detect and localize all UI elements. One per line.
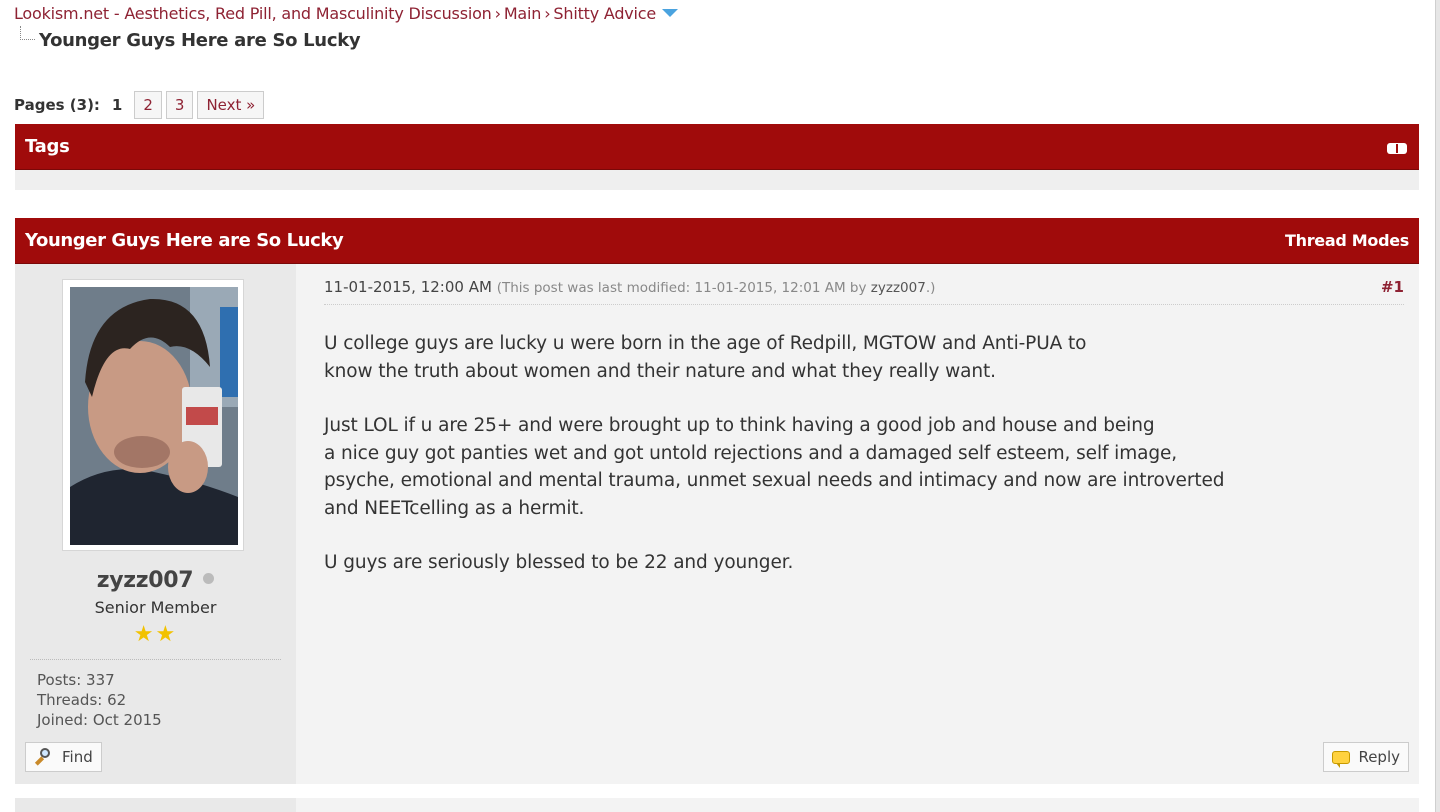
username-row: zyzz007 (15, 568, 296, 593)
page-link-3[interactable]: 3 (165, 91, 194, 119)
thread-header: Younger Guys Here are So Lucky Thread Mo… (15, 218, 1419, 264)
find-label: Find (62, 748, 93, 766)
post-modified-note: (This post was last modified: 11-01-2015… (497, 280, 936, 296)
breadcrumb-separator: › (494, 4, 501, 23)
post-body: U college guys are lucky u were born in … (324, 330, 1384, 604)
post-paragraph: U guys are seriously blessed to be 22 an… (324, 549, 1384, 577)
post-paragraph: Just LOL if u are 25+ and were brought u… (324, 412, 1384, 522)
next-post-author-panel (15, 798, 296, 812)
avatar[interactable] (62, 279, 244, 551)
thread-modes-link[interactable]: Thread Modes (1285, 231, 1409, 250)
post-line: psyche, emotional and mental trauma, unm… (324, 470, 1225, 491)
breadcrumb-separator: › (544, 4, 551, 23)
post-number-link[interactable]: #1 (1381, 278, 1404, 296)
divider (30, 659, 281, 660)
post-content: 11-01-2015, 12:00 AM (This post was last… (296, 264, 1419, 784)
page-title: Younger Guys Here are So Lucky (39, 30, 361, 51)
breadcrumb-main[interactable]: Main (504, 4, 542, 23)
stat-posts: Posts: 337 (37, 671, 115, 689)
post-line: U college guys are lucky u were born in … (324, 333, 1087, 354)
next-page-link[interactable]: Next » (197, 91, 265, 119)
pagination: Pages (3): 1 2 3 Next » (14, 89, 268, 121)
user-title: Senior Member (94, 598, 217, 617)
tags-header: Tags (15, 124, 1419, 170)
post-line: a nice guy got panties wet and got untol… (324, 442, 1178, 464)
user-stats: Posts: 337 Threads: 62 Joined: Oct 2015 (37, 670, 162, 730)
breadcrumb-shitty-advice[interactable]: Shitty Advice (553, 4, 656, 23)
thread-title: Younger Guys Here are So Lucky (25, 230, 344, 251)
star-icon: ★★ (133, 622, 178, 647)
reply-button[interactable]: Reply (1323, 742, 1409, 772)
next-post-content (296, 798, 1419, 812)
post-line: Just LOL if u are 25+ and were brought u… (324, 415, 1155, 436)
window-edge (1435, 0, 1440, 812)
stat-threads: Threads: 62 (37, 691, 127, 709)
post-author-panel: zyzz007 Senior Member ★★ Posts: 337 Thre… (15, 264, 296, 784)
tree-connector (20, 26, 35, 40)
modified-by-link[interactable]: zyzz007 (871, 280, 926, 296)
offline-status-icon (203, 573, 215, 584)
avatar-image (70, 287, 238, 545)
collapse-icon[interactable] (1387, 143, 1407, 154)
post-line: U guys are seriously blessed to be 22 an… (324, 552, 794, 573)
tags-body (15, 170, 1419, 190)
modified-prefix: (This post was last modified: 11-01-2015… (496, 280, 867, 296)
current-page: 1 (111, 96, 123, 114)
breadcrumb-forum-home[interactable]: Lookism.net - Aesthetics, Red Pill, and … (14, 4, 492, 23)
reply-label: Reply (1358, 748, 1400, 766)
post-paragraph: U college guys are lucky u were born in … (324, 330, 1384, 385)
post-date: 11-01-2015, 12:00 AM (324, 278, 492, 296)
stat-joined: Joined: Oct 2015 (37, 711, 162, 729)
post-line: know the truth about women and their nat… (324, 360, 996, 382)
tags-title: Tags (25, 136, 70, 157)
username-link[interactable]: zyzz007 (97, 568, 194, 593)
dropdown-arrow-icon[interactable] (662, 9, 679, 17)
find-button[interactable]: Find (25, 742, 102, 772)
page-link-2[interactable]: 2 (134, 91, 162, 119)
speech-bubble-icon (1332, 750, 1351, 768)
post-meta: 11-01-2015, 12:00 AM (This post was last… (324, 278, 1404, 305)
modified-suffix: .) (925, 280, 936, 296)
pagination-label: Pages (3): (14, 96, 100, 114)
magnifier-icon (34, 747, 54, 767)
post-line: and NEETcelling as a hermit. (324, 497, 585, 519)
breadcrumb: Lookism.net - Aesthetics, Red Pill, and … (14, 4, 679, 23)
